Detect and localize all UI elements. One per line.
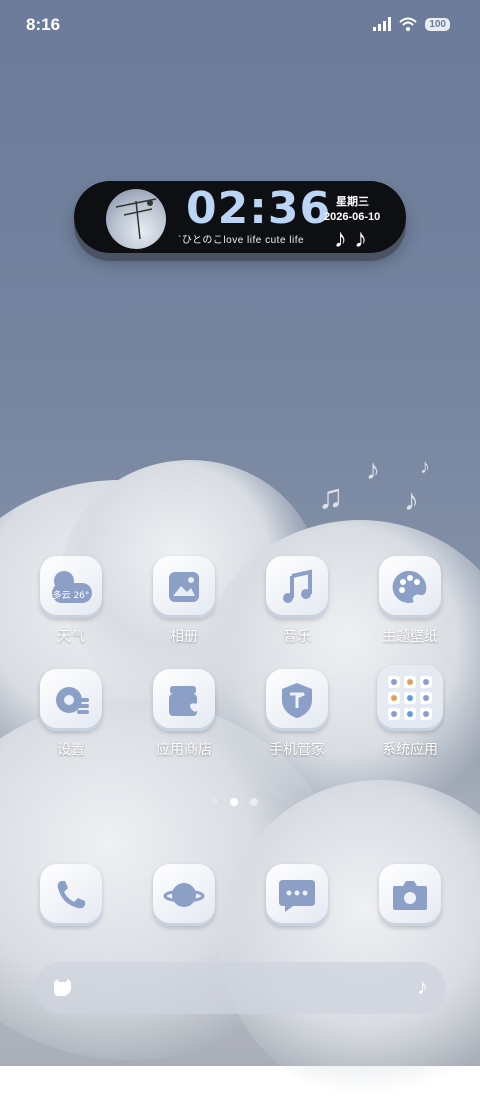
app-store[interactable]: 应用商店 bbox=[134, 669, 234, 759]
shield-icon bbox=[266, 669, 328, 731]
status-bar: 8:16 100 bbox=[0, 0, 480, 50]
svg-text:多云 26°: 多云 26° bbox=[53, 589, 90, 601]
app-weather[interactable]: 多云 26° 天气 bbox=[21, 556, 121, 646]
messages-icon bbox=[266, 864, 328, 926]
app-label: 音乐 bbox=[283, 628, 311, 644]
page-dot bbox=[249, 797, 258, 806]
music-note-icon: ♪ ♪ bbox=[334, 223, 368, 253]
app-label: 系统应用 bbox=[382, 741, 438, 757]
gallery-icon bbox=[153, 556, 215, 618]
dock-messages[interactable] bbox=[247, 864, 347, 926]
widget-clock: 02:36 bbox=[186, 183, 332, 234]
music-icon bbox=[266, 556, 328, 618]
widget-subtitle: `ひとのこlove life cute life bbox=[178, 235, 305, 246]
folder-icon bbox=[377, 665, 443, 731]
store-icon bbox=[153, 669, 215, 731]
search-bar[interactable]: ♪ bbox=[34, 962, 446, 1014]
wifi-icon bbox=[399, 17, 417, 31]
app-label: 设置 bbox=[57, 741, 85, 757]
page-indicator[interactable]: ≡ bbox=[212, 796, 258, 807]
status-time: 8:16 bbox=[26, 15, 61, 34]
app-label: 相册 bbox=[170, 628, 198, 644]
app-label: 主题壁纸 bbox=[382, 628, 438, 644]
phone-icon bbox=[40, 864, 102, 926]
cat-icon bbox=[54, 979, 71, 996]
weather-icon: 多云 26° bbox=[40, 556, 102, 618]
page-dot-active bbox=[229, 797, 238, 806]
app-label: 应用商店 bbox=[156, 741, 212, 757]
app-gallery[interactable]: 相册 bbox=[134, 556, 234, 646]
app-security[interactable]: 手机管家 bbox=[247, 669, 347, 759]
widget-avatar-image bbox=[106, 189, 166, 249]
music-note-icon: ♪ bbox=[417, 974, 428, 999]
app-system-folder[interactable]: 系统应用 bbox=[360, 665, 460, 759]
dock-camera[interactable] bbox=[360, 864, 460, 926]
app-label: 天气 bbox=[57, 628, 85, 644]
page-list-icon: ≡ bbox=[212, 796, 218, 807]
gear-icon bbox=[40, 669, 102, 731]
dock-browser[interactable] bbox=[134, 864, 234, 926]
app-themes[interactable]: 主题壁纸 bbox=[360, 556, 460, 646]
browser-icon bbox=[153, 864, 215, 926]
palette-icon bbox=[379, 556, 441, 618]
battery-indicator: 100 bbox=[425, 17, 450, 31]
widget-date: 2026-06-10 bbox=[324, 211, 381, 223]
app-music[interactable]: 音乐 bbox=[247, 556, 347, 646]
widget-weekday: 星期三 bbox=[336, 196, 369, 208]
app-settings[interactable]: 设置 bbox=[21, 669, 121, 759]
signal-icon bbox=[373, 17, 392, 31]
camera-icon bbox=[379, 864, 441, 926]
dock-phone[interactable] bbox=[21, 864, 121, 926]
app-label: 手机管家 bbox=[269, 741, 325, 757]
clock-widget[interactable]: 02:36 `ひとのこlove life cute life 星期三 2026-… bbox=[74, 181, 406, 253]
